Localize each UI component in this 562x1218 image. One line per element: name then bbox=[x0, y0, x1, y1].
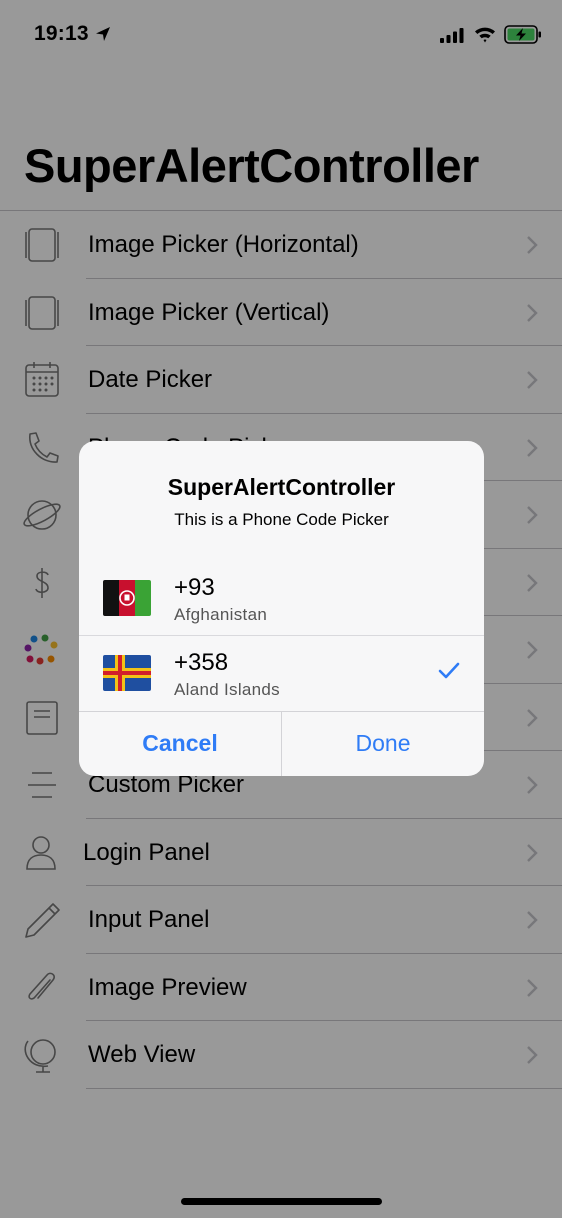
aland-islands-flag-icon bbox=[103, 655, 151, 691]
phone-code-option-afghanistan[interactable]: +93 Afghanistan bbox=[79, 561, 484, 636]
phone-code-alert: SuperAlertController This is a Phone Cod… bbox=[79, 441, 484, 776]
phone-code: +358 bbox=[174, 649, 229, 676]
home-indicator[interactable] bbox=[181, 1198, 382, 1205]
alert-title: SuperAlertController bbox=[167, 474, 396, 500]
afghanistan-flag-icon bbox=[103, 580, 151, 616]
cancel-button[interactable]: Cancel bbox=[79, 711, 281, 776]
done-button[interactable]: Done bbox=[282, 711, 484, 776]
phone-code: +93 bbox=[174, 574, 215, 601]
phone-code-option-aland-islands[interactable]: +358 Aland Islands bbox=[79, 636, 484, 711]
country-name: Afghanistan bbox=[174, 605, 268, 624]
alert-message: This is a Phone Code Picker bbox=[174, 510, 389, 529]
country-name: Aland Islands bbox=[174, 680, 280, 699]
checkmark-icon bbox=[438, 662, 460, 679]
